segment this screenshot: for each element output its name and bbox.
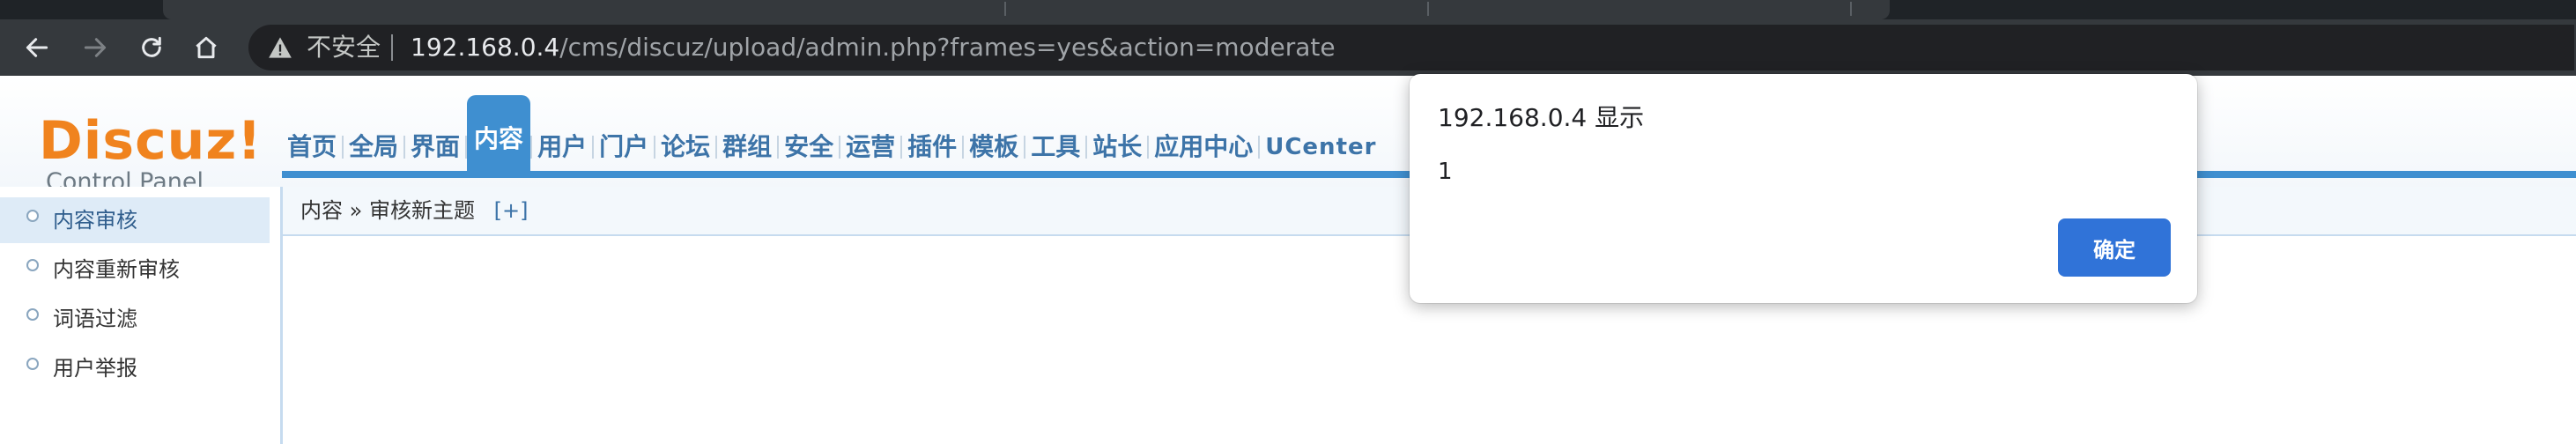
- reload-button[interactable]: [132, 28, 171, 67]
- nav-tab-9[interactable]: 运营: [840, 131, 900, 163]
- nav-tab-11[interactable]: 模板: [964, 131, 1024, 163]
- nav-tab-3[interactable]: 内容: [467, 95, 531, 171]
- sidebar-item-1[interactable]: 内容重新审核: [0, 247, 270, 292]
- nav-tab-4[interactable]: 用户: [532, 131, 592, 163]
- breadcrumb-section[interactable]: 内容: [300, 198, 343, 223]
- nav-tab-13[interactable]: 站长: [1087, 131, 1147, 163]
- add-shortcut-link[interactable]: [+]: [494, 198, 529, 223]
- address-bar[interactable]: 不安全 192.168.0.4/cms/discuz/upload/admin.…: [248, 25, 2574, 70]
- nav-tab-1[interactable]: 全局: [344, 131, 403, 163]
- home-icon: [196, 36, 217, 59]
- url-text[interactable]: 192.168.0.4/cms/discuz/upload/admin.php?…: [411, 33, 1336, 63]
- nav-tab-15[interactable]: UCenter: [1260, 131, 1381, 163]
- sidebar-item-3[interactable]: 用户举报: [0, 345, 270, 391]
- url-host: 192.168.0.4: [411, 33, 560, 62]
- not-secure-label[interactable]: 不安全: [307, 33, 381, 62]
- nav-tab-0[interactable]: 首页: [282, 131, 342, 163]
- nav-tab-14[interactable]: 应用中心: [1149, 131, 1258, 163]
- ok-button[interactable]: 确定: [2058, 218, 2171, 277]
- top-nav: 首页 全局 界面 内容 用户 门户 论坛 群组 安全 运营 插件 模板 工具 站长 应用中心 UCenter: [282, 95, 1381, 171]
- active-tab[interactable]: [163, 0, 1890, 19]
- browser-toolbar: 不安全 192.168.0.4/cms/discuz/upload/admin.…: [0, 19, 2576, 76]
- bullet-icon: [26, 358, 39, 370]
- dialog-title: 192.168.0.4 显示: [1438, 103, 1645, 132]
- alert-dialog: 192.168.0.4 显示 1 确定: [1410, 74, 2197, 303]
- nav-tab-6[interactable]: 论坛: [655, 131, 715, 163]
- sidebar-item-label: 内容重新审核: [53, 257, 180, 282]
- discuz-logo: Discuz!: [39, 110, 263, 172]
- reload-icon: [142, 36, 161, 57]
- dialog-message: 1: [1438, 159, 1453, 185]
- sidebar-item-0[interactable]: 内容审核: [0, 197, 270, 243]
- sidebar-item-label: 内容审核: [53, 208, 137, 233]
- forward-arrow-icon: [84, 38, 107, 57]
- nav-tab-5[interactable]: 门户: [594, 131, 654, 163]
- breadcrumb-separator: »: [349, 198, 363, 223]
- tab-separator: [1850, 2, 1852, 16]
- back-arrow-icon: [26, 38, 48, 57]
- sidebar-item-label: 词语过滤: [53, 307, 137, 331]
- url-path: /cms/discuz/upload/admin.php?frames=yes&…: [559, 33, 1336, 62]
- bullet-icon: [26, 210, 39, 222]
- tab-separator: [1004, 2, 1006, 16]
- breadcrumb-page: 审核新主题: [368, 198, 475, 223]
- home-button[interactable]: [187, 28, 226, 67]
- tab-separator: [1427, 2, 1429, 16]
- bullet-icon: [26, 259, 39, 271]
- nav-tab-8[interactable]: 安全: [779, 131, 839, 163]
- nav-tab-2[interactable]: 界面: [405, 131, 465, 163]
- browser-tab-strip: [0, 0, 2576, 19]
- nav-tab-7[interactable]: 群组: [717, 131, 777, 163]
- sidebar-item-label: 用户举报: [53, 356, 137, 381]
- forward-button[interactable]: [76, 28, 115, 67]
- bullet-icon: [26, 308, 39, 321]
- nav-tab-12[interactable]: 工具: [1025, 131, 1085, 163]
- sidebar: 内容审核内容重新审核 词语过滤用户举报: [0, 187, 280, 444]
- sidebar-item-2[interactable]: 词语过滤: [0, 296, 270, 342]
- nav-tab-10[interactable]: 插件: [902, 131, 962, 163]
- back-button[interactable]: [18, 28, 56, 67]
- omnibox-divider: [391, 34, 393, 61]
- warning-icon: [269, 37, 292, 58]
